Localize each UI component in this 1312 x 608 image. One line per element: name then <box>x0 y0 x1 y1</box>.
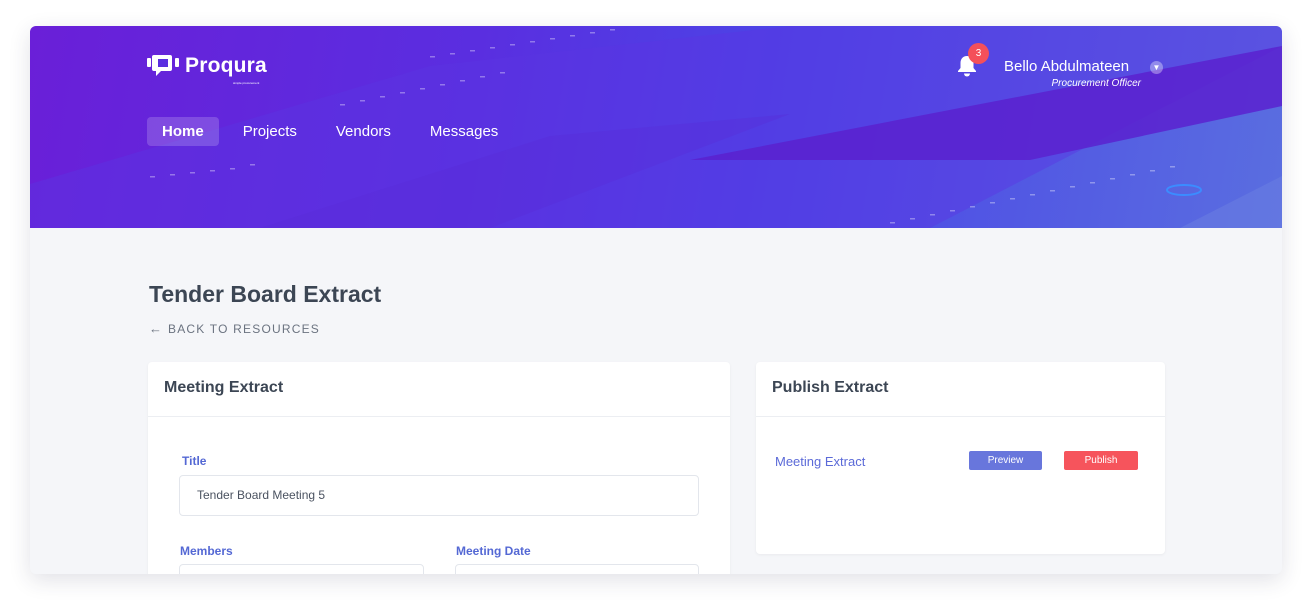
nav-item-home[interactable]: Home <box>147 117 219 146</box>
publish-card-title: Publish Extract <box>756 362 1165 417</box>
nav-item-projects[interactable]: Projects <box>228 117 312 146</box>
title-input[interactable]: Tender Board Meeting 5 <box>179 475 699 516</box>
meeting-card-title: Meeting Extract <box>148 362 730 417</box>
main-nav: Home Projects Vendors Messages <box>147 117 522 146</box>
meeting-extract-link[interactable]: Meeting Extract <box>775 454 865 469</box>
notification-badge[interactable]: 3 <box>968 43 989 64</box>
members-input[interactable] <box>179 564 424 574</box>
nav-item-vendors[interactable]: Vendors <box>321 117 406 146</box>
publish-button[interactable]: Publish <box>1064 451 1138 470</box>
meeting-extract-card: Meeting Extract Title Tender Board Meeti… <box>148 362 730 574</box>
meeting-date-label: Meeting Date <box>456 544 531 558</box>
meeting-date-input[interactable] <box>455 564 699 574</box>
app-window: Proqura simple procurement Home Projects… <box>30 26 1282 574</box>
arrow-left-icon: ← <box>149 321 162 336</box>
brand-tagline: simple procurement <box>233 81 260 85</box>
page-title: Tender Board Extract <box>149 281 382 307</box>
publish-extract-card: Publish Extract Meeting Extract Preview … <box>756 362 1165 554</box>
preview-button[interactable]: Preview <box>969 451 1042 470</box>
nav-item-messages[interactable]: Messages <box>415 117 513 146</box>
user-role: Procurement Officer <box>1051 78 1141 89</box>
user-menu[interactable]: Bello Abdulmateen ▼ Procurement Officer <box>1004 58 1164 89</box>
title-label: Title <box>182 454 207 468</box>
header-banner: Proqura simple procurement Home Projects… <box>30 26 1282 228</box>
members-label: Members <box>180 544 233 558</box>
brand-name: Proqura <box>185 54 267 77</box>
proqura-logo-icon <box>147 55 179 76</box>
back-link-label: BACK TO RESOURCES <box>168 321 320 336</box>
user-name[interactable]: Bello Abdulmateen <box>1004 58 1164 75</box>
back-to-resources-link[interactable]: ← BACK TO RESOURCES <box>149 321 320 336</box>
brand-logo[interactable]: Proqura simple procurement <box>147 54 267 85</box>
chevron-down-icon[interactable]: ▼ <box>1150 61 1163 74</box>
